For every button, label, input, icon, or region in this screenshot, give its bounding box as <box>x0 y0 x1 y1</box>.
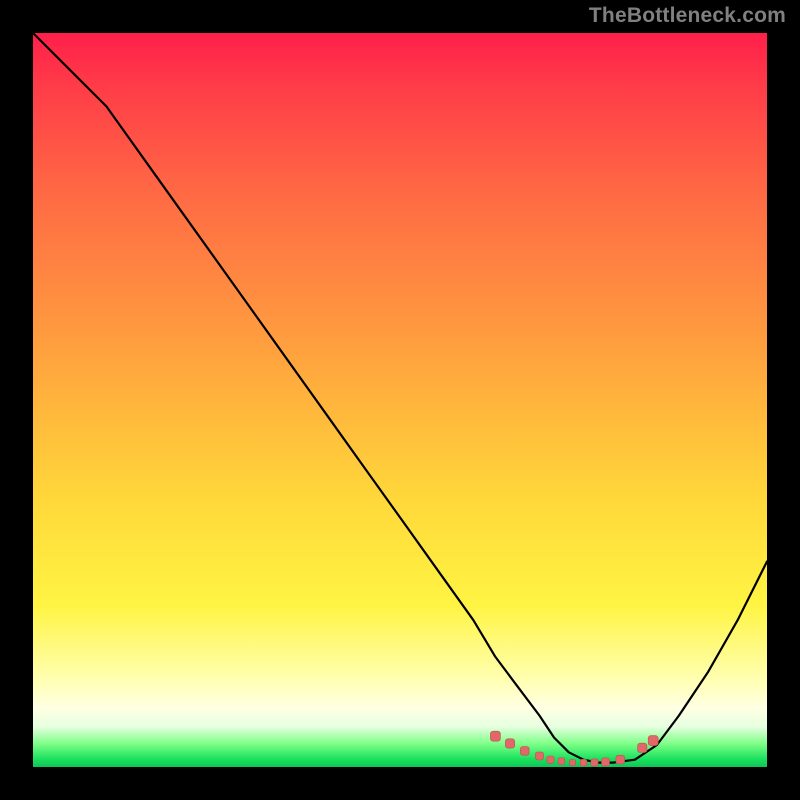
valley-marker <box>570 760 576 766</box>
valley-marker <box>490 731 500 741</box>
valley-marker <box>616 755 625 764</box>
chart-svg <box>33 33 767 767</box>
valley-marker <box>520 747 529 756</box>
valley-marker <box>536 752 544 760</box>
valley-marker <box>547 756 554 763</box>
valley-marker <box>558 758 565 765</box>
plot-area <box>33 33 767 767</box>
valley-marker <box>505 739 514 748</box>
valley-marker <box>580 759 587 766</box>
valley-marker <box>638 743 647 752</box>
watermark-text: TheBottleneck.com <box>589 4 786 28</box>
valley-marker <box>602 758 610 766</box>
valley-marker <box>648 736 658 746</box>
valley-marker <box>591 759 598 766</box>
bottleneck-curve <box>33 33 767 763</box>
chart-frame: TheBottleneck.com <box>0 0 800 800</box>
